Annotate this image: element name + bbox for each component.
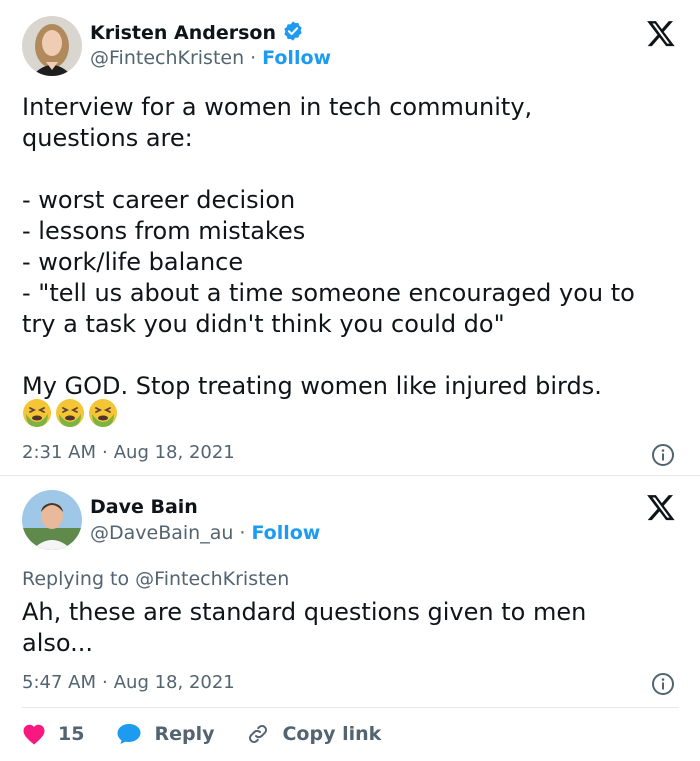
tweet-date: Aug 18, 2021: [113, 442, 235, 463]
reply-label: Reply: [154, 723, 215, 745]
copy-link-button[interactable]: Copy link: [246, 722, 381, 746]
separator-dot: ·: [239, 522, 246, 544]
info-icon[interactable]: [651, 672, 675, 696]
nauseated-face-icon: [56, 399, 84, 427]
reply-bubble-icon: [117, 724, 141, 744]
tweet-time: 2:31 AM: [22, 442, 96, 463]
timestamp[interactable]: 2:31 AM · Aug 18, 2021: [22, 442, 235, 463]
tweet-text: Interview for a women in tech community,…: [22, 93, 635, 400]
author-handle[interactable]: @FintechKristen: [90, 47, 244, 69]
follow-button[interactable]: Follow: [251, 522, 320, 544]
avatar[interactable]: [22, 16, 82, 76]
action-bar: 15 Reply Copy link: [22, 722, 682, 746]
author-handle[interactable]: @DaveBain_au: [90, 522, 233, 544]
timestamp[interactable]: 5:47 AM · Aug 18, 2021: [22, 672, 235, 693]
actions-divider: [22, 707, 679, 708]
reply-button[interactable]: Reply: [116, 722, 214, 746]
handle-row: @FintechKristen · Follow: [90, 47, 331, 69]
tweet-date: Aug 18, 2021: [113, 672, 235, 693]
link-icon: [249, 725, 268, 743]
heart-icon: [23, 724, 45, 745]
tweet-time: 5:47 AM: [22, 672, 96, 693]
handle-row: @DaveBain_au · Follow: [90, 522, 320, 544]
author-name[interactable]: Kristen Anderson: [90, 22, 276, 44]
verified-badge-icon: [282, 20, 304, 46]
x-logo-icon[interactable]: [646, 492, 676, 522]
nauseated-face-icon: [89, 399, 117, 427]
replying-to: Replying to @FintechKristen: [22, 568, 290, 590]
separator-dot: ·: [102, 442, 108, 463]
x-logo-icon[interactable]: [646, 18, 676, 48]
author-name[interactable]: Dave Bain: [90, 496, 198, 518]
author-name-row: Dave Bain: [90, 496, 198, 518]
avatar[interactable]: [22, 490, 82, 550]
follow-button[interactable]: Follow: [262, 47, 331, 69]
tweet-text: Ah, these are standard questions given t…: [22, 598, 587, 657]
separator-dot: ·: [250, 47, 257, 69]
like-count: 15: [58, 723, 85, 745]
like-button[interactable]: 15: [22, 723, 84, 745]
nauseated-face-icon: [23, 399, 51, 427]
author-name-row: Kristen Anderson: [90, 20, 304, 46]
tweet-divider: [0, 475, 700, 476]
copy-link-label: Copy link: [282, 723, 382, 745]
emoji-row: [22, 398, 118, 428]
separator-dot: ·: [102, 672, 108, 693]
tweet-card-kristen: Kristen Anderson @FintechKristen · Follo…: [0, 0, 700, 476]
info-icon[interactable]: [651, 443, 675, 467]
